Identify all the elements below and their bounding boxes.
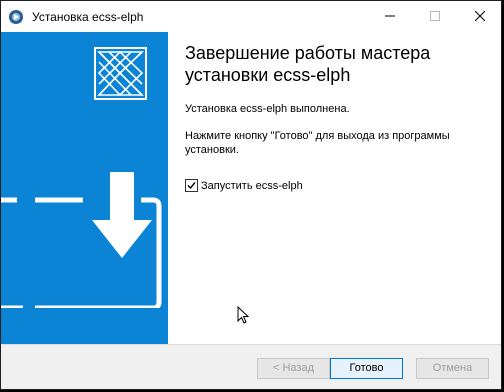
back-button[interactable]: < Назад	[257, 358, 330, 379]
window-title: Установка ecss-elph	[32, 10, 144, 24]
launch-app-checkbox[interactable]	[185, 179, 198, 192]
mouse-cursor-icon	[237, 305, 250, 330]
launch-app-option[interactable]: Запустить ecss-elph	[185, 179, 303, 192]
title-bar[interactable]: Установка ecss-elph	[1, 1, 501, 32]
finish-button[interactable]: Готово	[330, 358, 403, 379]
wizard-content: Завершение работы мастера установки ecss…	[168, 32, 501, 344]
page-title: Завершение работы мастера установки ecss…	[185, 43, 431, 85]
close-button[interactable]	[457, 1, 502, 32]
launch-app-label: Запустить ecss-elph	[201, 179, 303, 192]
laptop-download-icon	[1, 172, 168, 317]
ecss-logo-icon	[94, 47, 147, 100]
minimize-icon	[384, 8, 395, 26]
installer-window: Установка ecss-elph Завершение работы ма…	[0, 0, 502, 390]
minimize-button[interactable]	[367, 1, 412, 32]
wizard-sidebar	[1, 32, 168, 344]
maximize-icon	[429, 8, 440, 26]
instruction-text: Нажмите кнопку "Готово" для выхода из пр…	[185, 130, 450, 156]
cancel-button[interactable]: Отмена	[416, 358, 489, 379]
status-text: Установка ecss-elph выполнена.	[185, 103, 350, 115]
close-icon	[474, 8, 485, 26]
setup-app-icon	[8, 9, 24, 25]
checkmark-icon	[187, 182, 196, 190]
button-bar: < Назад Готово Отмена	[1, 344, 501, 389]
maximize-button[interactable]	[412, 1, 457, 32]
